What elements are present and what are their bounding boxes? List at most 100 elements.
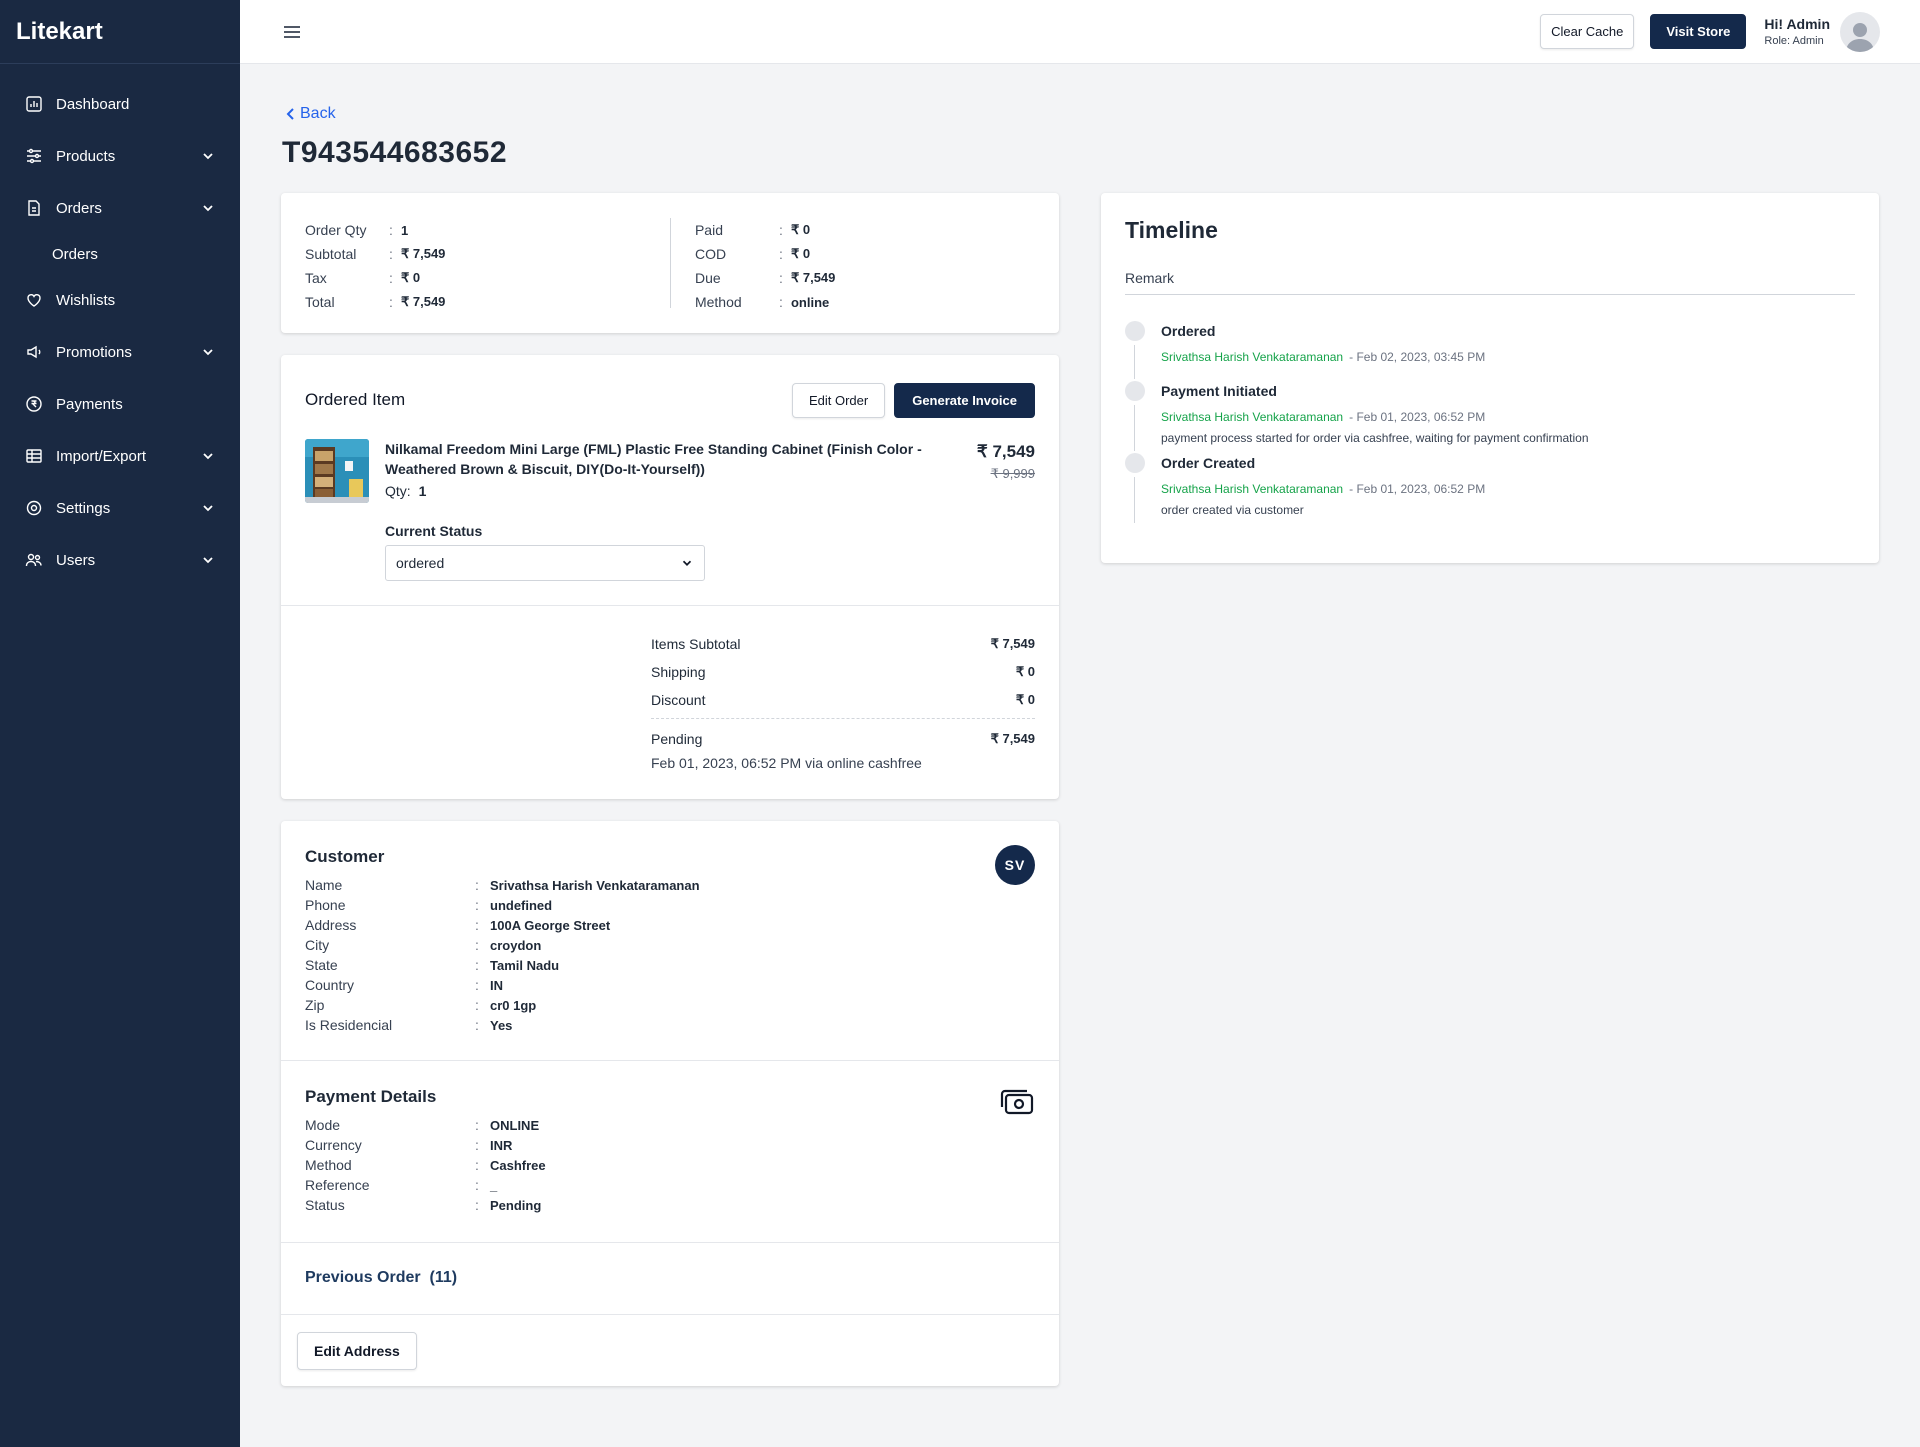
brand-logo[interactable]: Litekart	[0, 0, 240, 64]
current-status-select[interactable]: ordered	[385, 545, 705, 581]
timeline-event-meta: Srivathsa Harish Venkataramanan - Feb 01,…	[1161, 482, 1855, 496]
summary-sep: :	[389, 270, 393, 286]
summary-value: ₹ 0	[401, 270, 421, 285]
customer-key: Is Residencial	[305, 1017, 393, 1033]
summary-key: Total	[305, 294, 335, 310]
sidebar-item-label: Payments	[56, 395, 123, 413]
summary-row: Order Qty:1	[305, 218, 670, 242]
payment-row: Method: Cashfree	[305, 1155, 1035, 1175]
product-thumbnail[interactable]	[305, 439, 369, 503]
customer-sep: :	[475, 897, 479, 913]
back-link[interactable]: Back	[284, 105, 336, 123]
customer-value: Srivathsa Harish Venkataramanan	[490, 877, 700, 893]
summary-sep: :	[778, 222, 783, 238]
payment-value: Cashfree	[490, 1157, 546, 1173]
summary-key: Subtotal	[305, 246, 357, 262]
totals-key: Shipping	[651, 664, 706, 680]
chevron-down-icon	[682, 560, 692, 566]
timeline-time: - Feb 02, 2023, 03:45 PM	[1349, 350, 1486, 364]
order-summary-card: Order Qty:1 Subtotal: ₹ 7,549 Tax: ₹ 0 Tot…	[281, 193, 1059, 333]
pending-row: Pending ₹ 7,549	[651, 725, 1035, 753]
customer-row: Address:100A George Street	[305, 915, 1035, 935]
user-greeting: Hi! Admin	[1764, 16, 1830, 32]
current-status-value: ordered	[396, 555, 445, 571]
sidebar-item-payments[interactable]: Payments	[0, 378, 240, 430]
user-silhouette-icon	[1846, 22, 1874, 52]
totals-row: Shipping ₹ 0	[651, 658, 1035, 686]
sidebar-item-orders[interactable]: Orders	[0, 182, 240, 234]
summary-key: Order Qty	[305, 222, 367, 238]
summary-value: ₹ 7,549	[401, 246, 446, 261]
summary-key: Tax	[305, 270, 327, 286]
sidebar-item-products[interactable]: Products	[0, 130, 240, 182]
timeline-note: payment process started for order via ca…	[1161, 431, 1589, 445]
payment-value: INR	[490, 1137, 513, 1153]
gear-icon	[24, 498, 44, 518]
payment-value: Pending	[490, 1197, 542, 1213]
edit-order-button[interactable]: Edit Order	[791, 382, 886, 418]
avatar[interactable]	[1840, 11, 1880, 52]
product-qty: Qty: 1	[385, 483, 977, 499]
visit-store-button[interactable]: Visit Store	[1650, 14, 1747, 49]
ordered-item-header: Ordered Item Edit Order Generate Invoice	[281, 355, 1059, 421]
customer-sep: :	[475, 957, 479, 973]
summary-sep: :	[778, 246, 783, 262]
summary-row: Method: online	[695, 290, 1035, 314]
user-menu[interactable]: Hi! Admin Role: Admin	[1764, 11, 1880, 52]
customer-row: State: Tamil Nadu	[305, 955, 1035, 975]
sliders-icon	[24, 146, 44, 166]
payment-key: Currency	[305, 1137, 362, 1153]
sidebar-subitem-orders[interactable]: Orders	[0, 234, 240, 274]
summary-value: online	[790, 294, 830, 310]
remark-input[interactable]: Remark	[1125, 270, 1855, 295]
table-icon	[24, 446, 44, 466]
sidebar-item-dashboard[interactable]: Dashboard	[0, 78, 240, 130]
payment-key: Status	[305, 1197, 345, 1213]
cash-icon	[1000, 1089, 1034, 1115]
timeline-dot	[1125, 381, 1145, 401]
product-price: ₹ 7,549 ₹ 9,999	[977, 439, 1035, 503]
sidebar-item-label: Wishlists	[56, 291, 116, 309]
timeline-event-meta: Srivathsa Harish Venkataramanan - Feb 02,…	[1161, 350, 1855, 364]
document-icon	[24, 198, 44, 218]
chevron-left-icon	[286, 108, 294, 120]
summary-sep: :	[778, 294, 783, 310]
payment-row: Currency: INR	[305, 1135, 1035, 1155]
sidebar-item-label: Promotions	[56, 343, 132, 361]
sidebar-item-wishlists[interactable]: Wishlists	[0, 274, 240, 326]
customer-value: IN	[490, 977, 503, 993]
chevron-down-icon	[203, 453, 213, 460]
previous-order-link[interactable]: Previous Order (11)	[281, 1243, 1059, 1314]
summary-key: Paid	[694, 222, 723, 238]
customer-key: Zip	[305, 997, 325, 1013]
totals-row: Items Subtotal ₹ 7,549	[651, 630, 1035, 658]
summary-value: ₹ 7,549	[401, 294, 446, 309]
product-name[interactable]: Nilkamal Freedom Mini Large (FML) Plasti…	[385, 439, 925, 479]
edit-address-button[interactable]: Edit Address	[297, 1332, 417, 1370]
hamburger-menu-icon[interactable]	[280, 20, 304, 44]
sidebar: Litekart Dashboard Products Orders Order…	[0, 0, 240, 1447]
summary-sep: :	[389, 222, 393, 238]
pending-label: Pending	[651, 731, 703, 747]
sidebar-item-promotions[interactable]: Promotions	[0, 326, 240, 378]
chevron-down-icon	[203, 557, 213, 564]
sidebar-item-import-export[interactable]: Import/Export	[0, 430, 240, 482]
customer-sep: :	[475, 917, 479, 933]
current-status-label: Current Status	[385, 523, 483, 539]
generate-invoice-button[interactable]: Generate Invoice	[894, 382, 1035, 418]
summary-sep: :	[778, 270, 783, 286]
timeline-event: Ordered Srivathsa Harish Venkataramanan -…	[1125, 321, 1855, 383]
order-line-item: Nilkamal Freedom Mini Large (FML) Plasti…	[281, 421, 1059, 503]
customer-value: cr0 1gp	[490, 997, 537, 1013]
sidebar-item-label: Products	[56, 147, 116, 165]
rupee-circle-icon	[24, 394, 44, 414]
payment-row: Reference: _	[305, 1175, 1035, 1195]
timeline-note: order created via customer	[1161, 503, 1304, 517]
sidebar-item-settings[interactable]: Settings	[0, 482, 240, 534]
customer-value: undefined	[490, 897, 553, 913]
customer-sep: :	[475, 1017, 479, 1033]
sidebar-item-users[interactable]: Users	[0, 534, 240, 586]
clear-cache-button[interactable]: Clear Cache	[1540, 14, 1635, 49]
megaphone-icon	[24, 342, 44, 362]
summary-key: COD	[694, 246, 727, 262]
